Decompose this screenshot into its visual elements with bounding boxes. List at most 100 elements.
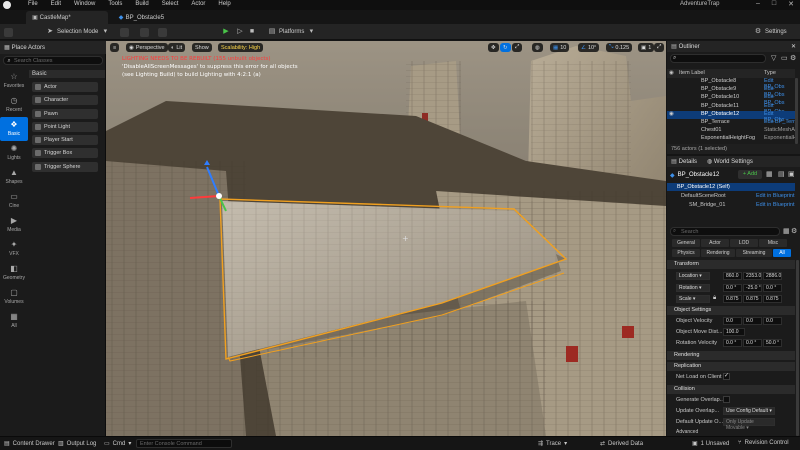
filter-tab-lod[interactable]: LOD	[730, 239, 758, 247]
property-matrix-icon[interactable]: ▦	[783, 227, 790, 235]
row-type-link[interactable]: Edit BP_Terr	[764, 119, 795, 125]
replication-section-header[interactable]: Replication	[667, 362, 795, 371]
rotation-x-field[interactable]: 0.0 °	[723, 284, 742, 292]
cinematics-button[interactable]	[158, 27, 167, 37]
settings-button[interactable]: ⚙ Settings	[754, 27, 787, 37]
object-velocity-z-field[interactable]: 0.0	[763, 317, 782, 325]
actor-item-pawn[interactable]: Pawn	[32, 108, 98, 119]
object-settings-header[interactable]: Object Settings	[667, 306, 795, 315]
world-local-toggle[interactable]: ◍	[532, 43, 543, 52]
menu-actor[interactable]: Actor	[191, 1, 205, 7]
rotation-dropdown[interactable]: Rotation ▾	[676, 284, 710, 292]
actor-item-trigger-sphere[interactable]: Trigger Sphere	[32, 161, 98, 172]
category-recent[interactable]: ◷ Recent	[0, 93, 28, 117]
outliner-row[interactable]: BP_Obstacle10 Edit BP_Obs	[667, 94, 795, 106]
outliner-row[interactable]: ExponentialHeightFog ExponentialH	[667, 135, 797, 143]
actor-item-trigger-box[interactable]: Trigger Box	[32, 148, 98, 159]
scale-dropdown[interactable]: Scale ▾	[676, 295, 710, 303]
col-item-label[interactable]: Item Label	[679, 70, 705, 76]
location-x-field[interactable]: 860.0	[723, 272, 742, 280]
menu-tools[interactable]: Tools	[108, 1, 122, 7]
console-command-input[interactable]: Enter Console Command	[136, 439, 232, 448]
actor-item-player-start[interactable]: Player Start	[32, 135, 98, 146]
save-button[interactable]	[4, 27, 13, 37]
rotate-tool[interactable]: ↻	[500, 43, 511, 52]
category-geometry[interactable]: ◧ Geometry	[0, 261, 28, 285]
platforms-dropdown[interactable]: ▤ Platforms ▾	[268, 27, 315, 37]
rotation-z-field[interactable]: 0.0 °	[763, 284, 782, 292]
location-z-field[interactable]: 2886.0	[763, 272, 782, 280]
camera-speed-button[interactable]: ▣ 1	[638, 43, 655, 52]
scene-render[interactable]: +	[106, 41, 666, 436]
maximize-icon[interactable]: □	[772, 0, 776, 8]
details-search-input[interactable]: ⌕ Search	[670, 227, 780, 236]
transform-section-header[interactable]: Transform	[667, 260, 795, 269]
outliner-search-input[interactable]: ⌕	[670, 54, 766, 63]
scale-x-field[interactable]: 0.875	[723, 295, 742, 303]
category-shapes[interactable]: ▲ Shapes	[0, 165, 28, 189]
selection-mode-dropdown[interactable]: ➤ Selection Mode ▾	[46, 27, 109, 37]
filter-icon[interactable]: ▽	[771, 54, 776, 62]
gizmo-pivot[interactable]	[216, 193, 222, 199]
edit-in-blueprint-link[interactable]: Edit in Blueprint	[756, 192, 795, 200]
location-y-field[interactable]: 2353.0	[743, 272, 762, 280]
gear-icon[interactable]: ⚙	[790, 54, 796, 62]
blueprint-options-icon[interactable]: ▦	[766, 170, 773, 178]
scale-tool[interactable]: ⤢	[512, 43, 523, 52]
rendering-section-header[interactable]: Rendering	[667, 351, 795, 360]
category-cine[interactable]: ▭ Cine	[0, 189, 28, 213]
category-basic[interactable]: ❖ Basic	[0, 117, 28, 141]
outliner-row-selected[interactable]: ◉ BP_Obstacle12 Edit BP_Obs	[667, 110, 795, 123]
object-velocity-x-field[interactable]: 0.0	[723, 317, 742, 325]
actor-item-point-light[interactable]: Point Light	[32, 121, 98, 132]
eye-icon[interactable]: ◉	[669, 70, 674, 76]
filter-tab-physics[interactable]: Physics	[672, 249, 700, 257]
trace-button[interactable]: ⇶ Trace ▾	[538, 440, 567, 448]
collision-section-header[interactable]: Collision	[667, 385, 795, 394]
filter-tab-streaming[interactable]: Streaming	[736, 249, 772, 257]
output-log-button[interactable]: ▥ Output Log	[58, 440, 96, 448]
minimize-icon[interactable]: –	[756, 0, 760, 8]
category-volumes[interactable]: ▢ Volumes	[0, 285, 28, 309]
perspective-button[interactable]: ◉ Perspective	[126, 43, 168, 52]
search-input[interactable]: ⌕ Search Classes	[3, 56, 103, 65]
generate-overlap-checkbox[interactable]	[723, 396, 730, 403]
actor-item-character[interactable]: Character	[32, 95, 98, 106]
filter-tab-all[interactable]: All	[773, 249, 791, 257]
outliner-row[interactable]: BP_Obstacle11Edit BP_Obs	[667, 103, 795, 115]
translate-tool[interactable]: ✥	[488, 43, 499, 52]
filter-tab-misc[interactable]: Misc	[759, 239, 787, 247]
menu-help[interactable]: Help	[218, 1, 230, 7]
details-title[interactable]: Details	[679, 159, 697, 165]
scale-z-field[interactable]: 0.875	[763, 295, 782, 303]
component-self-row[interactable]: BP_Obstacle12 (Self)	[667, 183, 795, 191]
location-dropdown[interactable]: Location ▾	[676, 272, 710, 280]
default-update-dropdown[interactable]: Only Update Movable ▾	[723, 418, 775, 431]
maximize-viewport-button[interactable]: ⤢	[654, 43, 665, 52]
show-button[interactable]: Show	[192, 43, 212, 52]
scale-y-field[interactable]: 0.875	[743, 295, 762, 303]
advanced-toggle[interactable]: Advanced	[676, 429, 698, 435]
update-overlap-dropdown[interactable]: Use Config Default ▾	[723, 407, 775, 415]
snapshot-icon[interactable]: ▣	[788, 170, 795, 178]
add-content-button[interactable]	[120, 27, 129, 37]
actor-item-actor[interactable]: Actor	[32, 82, 98, 92]
outliner-row[interactable]: BP_Obstacle9 Edit BP_Obs	[667, 86, 795, 98]
menu-edit[interactable]: Edit	[51, 1, 61, 7]
level-viewport[interactable]: + ≡ ◉ Perspective ◐ Lit Show Scalability: …	[106, 41, 666, 436]
menu-window[interactable]: Window	[74, 1, 95, 7]
outliner-row[interactable]: BP_Terrace Edit BP_Terr	[667, 119, 795, 127]
lock-icon[interactable]: 🔒︎	[713, 295, 716, 302]
gear-icon[interactable]: ⚙	[791, 227, 797, 235]
component-scene-root-row[interactable]: DefaultSceneRoot Edit in Blueprint	[667, 192, 795, 200]
outliner-row[interactable]: BP_Obstacle8 Edit BP_Obs	[667, 78, 795, 90]
stop-button[interactable]: ■	[248, 27, 256, 37]
tab-castlemap[interactable]: ▣ CastleMap*	[26, 11, 108, 24]
rotation-velocity-z-field[interactable]: 50.0 °	[763, 339, 782, 347]
scale-snap-button[interactable]: ⤡ 0.125	[606, 43, 633, 52]
unsaved-button[interactable]: ▣ 1 Unsaved	[692, 440, 729, 448]
filter-tab-actor[interactable]: Actor	[701, 239, 729, 247]
actor-name-field[interactable]: BP_Obstacle12	[678, 172, 720, 178]
cmd-dropdown[interactable]: ▭ Cmd ▾	[104, 440, 131, 448]
filter-tab-rendering[interactable]: Rendering	[701, 249, 735, 257]
